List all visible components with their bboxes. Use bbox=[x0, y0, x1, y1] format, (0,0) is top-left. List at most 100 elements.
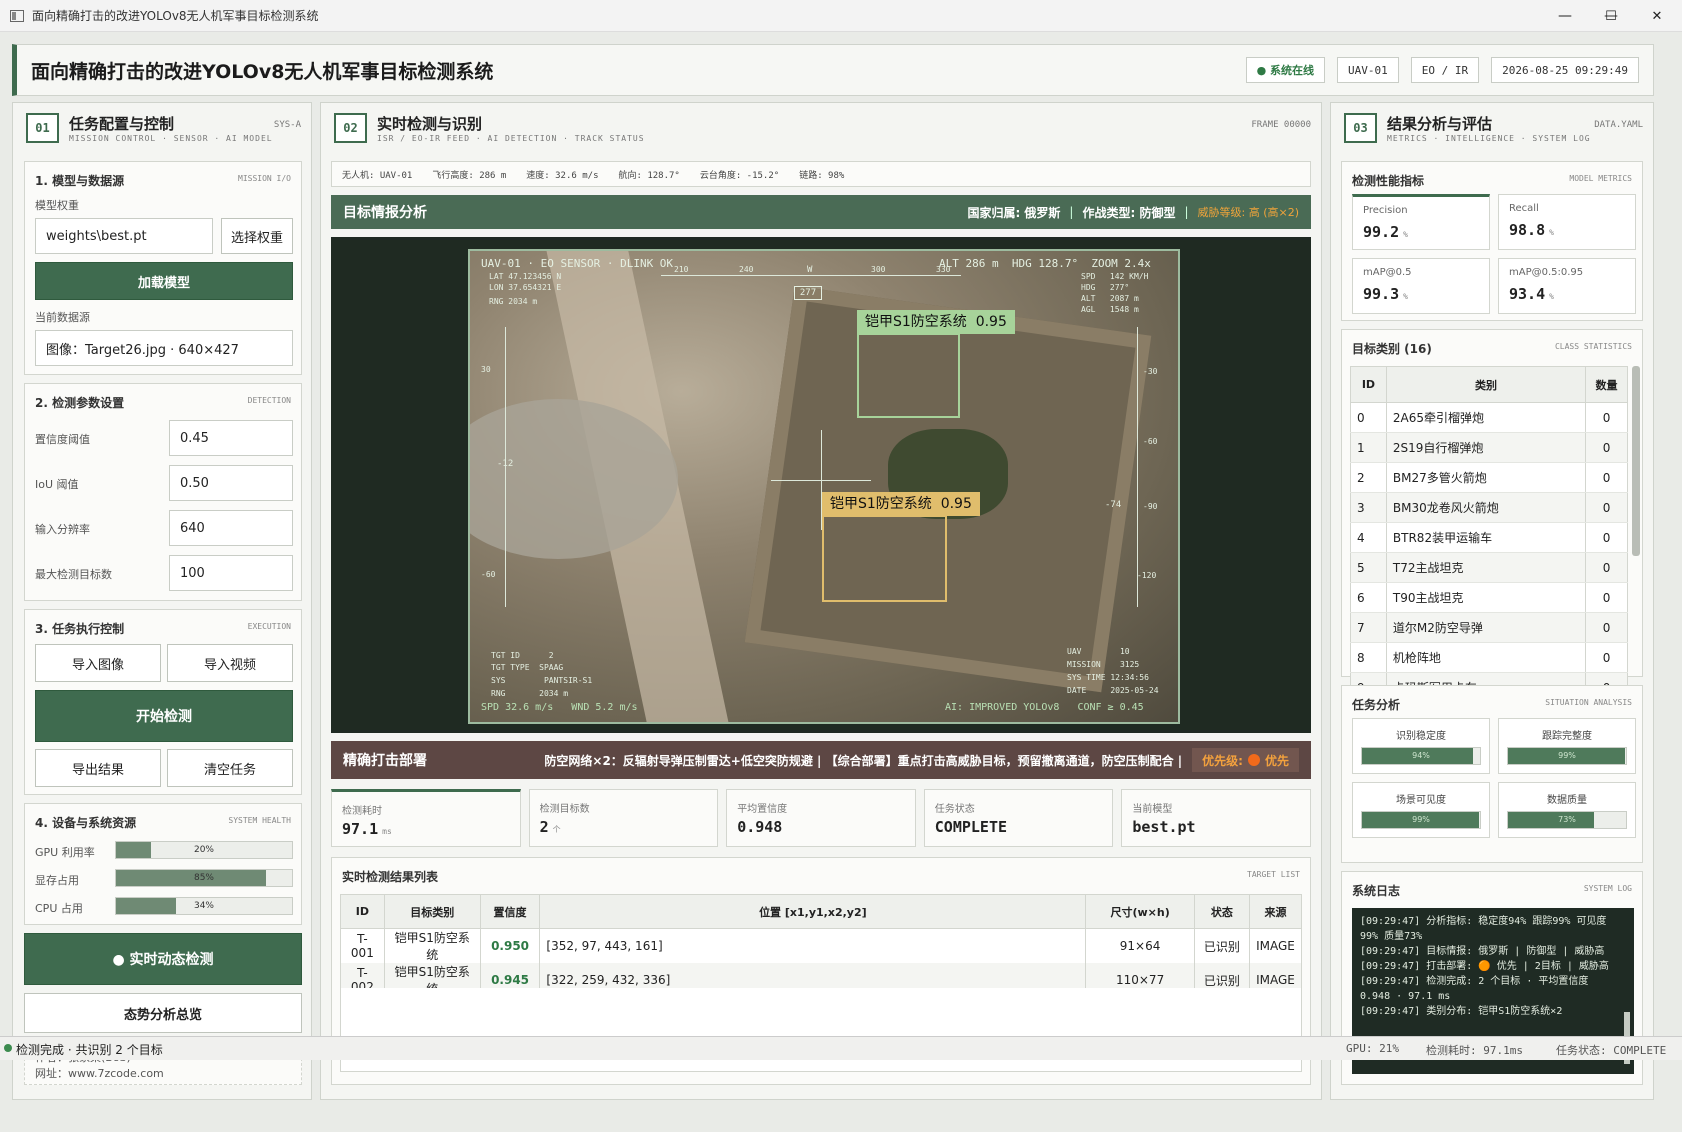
table-cell: 0 bbox=[1585, 642, 1628, 673]
import-image-button[interactable]: 导入图像 bbox=[35, 644, 161, 682]
metric-value: 99.3% bbox=[1363, 285, 1408, 303]
table-row[interactable]: 1 2S19自行榴弹炮 0 bbox=[1350, 432, 1628, 463]
system-health-section: 4. 设备与系统资源 SYSTEM HEALTH GPU 利用率 20% 显存占… bbox=[24, 803, 302, 925]
weights-input[interactable]: weights\best.pt bbox=[35, 218, 213, 254]
column-header[interactable]: 目标类别 bbox=[383, 894, 481, 929]
hud-range: RNG 2034 m bbox=[489, 297, 538, 306]
choose-weights-button[interactable]: 选择权重 bbox=[221, 218, 293, 254]
stat-card: 检测耗时 97.1 ms bbox=[331, 789, 521, 847]
column-header[interactable]: ID bbox=[1350, 366, 1387, 403]
divider: | bbox=[1069, 205, 1074, 219]
compass-210: 210 bbox=[674, 265, 689, 274]
table-cell: [352, 97, 443, 161] bbox=[539, 928, 1087, 963]
table-cell: 0 bbox=[1585, 462, 1628, 493]
class-stats-section: 目标类别 (16) CLASS STATISTICS ID 类别 数量 0 2A65牵… bbox=[1341, 329, 1643, 703]
column-header[interactable]: 尺寸(w×h) bbox=[1085, 894, 1195, 929]
telemetry-bar: 无人机: UAV-01 飞行高度: 286 m 速度: 32.6 m/s 航向:… bbox=[331, 161, 1311, 187]
iou-threshold-input[interactable]: 0.50 bbox=[169, 465, 293, 501]
table-row[interactable]: 5 T72主战坦克 0 bbox=[1350, 552, 1628, 583]
column-header[interactable]: 来源 bbox=[1248, 894, 1303, 929]
status-bar: 检测完成 · 共识别 2 个目标 GPU: 21% 检测耗时: 97.1ms 任… bbox=[0, 1036, 1682, 1060]
telemetry-link: 链路: 98% bbox=[799, 170, 845, 181]
stats-row: 检测耗时 97.1 ms 检测目标数 2 个 平均置信度 0.948 任务状态 COMPLETE 当… bbox=[331, 789, 1311, 847]
source-input[interactable]: 图像：Target26.jpg · 640×427 bbox=[35, 330, 293, 366]
resolution-input[interactable]: 640 bbox=[169, 510, 293, 546]
export-results-button[interactable]: 导出结果 bbox=[35, 749, 161, 787]
table-row[interactable]: 7 道尔M2防空导弹 0 bbox=[1350, 612, 1628, 643]
class-table-scrollbar[interactable] bbox=[1632, 366, 1640, 556]
hud-sys-time: SYS TIME 12:34:56 bbox=[1067, 673, 1149, 682]
system-online-badge: ● 系统在线 bbox=[1245, 57, 1326, 83]
stat-label: 任务状态 bbox=[934, 804, 975, 815]
column-header[interactable]: 数量 bbox=[1585, 366, 1628, 403]
minimize-button[interactable]: — bbox=[1542, 0, 1588, 32]
telemetry-speed: 速度: 32.6 m/s bbox=[526, 170, 599, 181]
realtime-detection-button[interactable]: ● 实时动态检测 bbox=[24, 933, 302, 985]
detection-table: ID 目标类别 置信度 位置 [x1,y1,x2,y2] 尺寸(w×h) 状态 来源 T-0… bbox=[340, 894, 1303, 997]
analysis-label: 场景可见度 bbox=[1396, 795, 1446, 806]
analysis-percent: 99% bbox=[1412, 815, 1430, 824]
log-line: [09:29:47] 检测完成: 2 个目标 · 平均置信度 bbox=[1360, 976, 1589, 987]
conf-threshold-input[interactable]: 0.45 bbox=[169, 420, 293, 456]
maximize-button[interactable]: ☐ bbox=[1588, 0, 1634, 32]
situation-overview-button[interactable]: 态势分析总览 bbox=[24, 993, 302, 1033]
table-cell: 0 bbox=[1585, 432, 1628, 463]
section-title: 系统日志 bbox=[1352, 884, 1401, 898]
section-title: 4. 设备与系统资源 bbox=[35, 816, 137, 830]
log-line: 0.948 · 97.1 ms bbox=[1360, 991, 1451, 1002]
section-tag: SYSTEM LOG bbox=[1583, 884, 1632, 893]
table-cell: T90主战坦克 bbox=[1385, 582, 1587, 613]
column-header[interactable]: ID bbox=[340, 894, 385, 929]
detection-box-2[interactable] bbox=[822, 515, 947, 602]
hud-hdg: HDG 277° bbox=[1081, 283, 1130, 292]
table-row[interactable]: 3 BM30龙卷风火箭炮 0 bbox=[1350, 492, 1628, 523]
table-row[interactable]: 2 BM27多管火箭炮 0 bbox=[1350, 462, 1628, 493]
video-viewport[interactable]: UAV-01 · EO SENSOR · DLINK OK LAT 47.123… bbox=[331, 237, 1311, 733]
detection-box-1[interactable] bbox=[857, 333, 960, 418]
max-targets-input[interactable]: 100 bbox=[169, 555, 293, 591]
compass-330: 330 bbox=[936, 265, 951, 274]
analysis-label: 跟踪完整度 bbox=[1542, 731, 1592, 742]
status-detect-time: 检测耗时: 97.1ms bbox=[1426, 1044, 1523, 1057]
priority-badge: 优先级: 优先 bbox=[1192, 748, 1299, 772]
hud-spd: SPD 142 KM/H bbox=[1081, 272, 1149, 281]
weights-label: 模型权重 bbox=[35, 199, 79, 212]
metric-unit: % bbox=[1549, 228, 1554, 237]
clear-task-button[interactable]: 清空任务 bbox=[167, 749, 293, 787]
table-cell: T-001 bbox=[340, 928, 385, 963]
table-cell: 0.950 bbox=[479, 928, 541, 963]
sensor-mode-badge: EO / IR bbox=[1410, 57, 1480, 83]
import-video-button[interactable]: 导入视频 bbox=[167, 644, 293, 682]
section-title: 实时检测结果列表 bbox=[342, 870, 439, 884]
panel-tag: DATA.YAML bbox=[1594, 120, 1643, 130]
pitch-neg60: -60 bbox=[481, 570, 496, 579]
detection-params-section: 2. 检测参数设置 DETECTION 置信度阈值 0.45 IoU 阈值 0.… bbox=[24, 383, 302, 601]
stat-unit: 个 bbox=[552, 825, 561, 834]
stat-value: COMPLETE bbox=[935, 818, 1011, 836]
column-header[interactable]: 置信度 bbox=[479, 894, 541, 929]
strike-deployment-bar: 精确打击部署 防空网络×2：反辐射导弹压制雷达+低空突防规避 | 【综合部署】重… bbox=[331, 741, 1311, 779]
priority-value: 优先 bbox=[1264, 753, 1289, 768]
close-button[interactable]: ✕ bbox=[1634, 0, 1680, 32]
table-cell: 0 bbox=[1585, 492, 1628, 523]
analysis-card: 场景可见度 99% bbox=[1352, 782, 1490, 838]
gpu-usage-bar: 20% bbox=[115, 841, 293, 859]
stat-number: best.pt bbox=[1132, 818, 1196, 836]
table-row[interactable]: 6 T90主战坦克 0 bbox=[1350, 582, 1628, 613]
column-header[interactable]: 位置 [x1,y1,x2,y2] bbox=[539, 894, 1087, 929]
hud-speed-wind: SPD 32.6 m/s WND 5.2 m/s bbox=[481, 702, 638, 713]
table-cell: BTR82装甲运输车 bbox=[1385, 522, 1587, 553]
panel-number: 01 bbox=[26, 113, 59, 143]
table-row[interactable]: 4 BTR82装甲运输车 0 bbox=[1350, 522, 1628, 553]
analysis-label: 识别稳定度 bbox=[1396, 731, 1446, 742]
column-header[interactable]: 类别 bbox=[1385, 366, 1587, 403]
hud-date: DATE 2025-05-24 bbox=[1067, 686, 1159, 695]
table-row[interactable]: 0 2A65牵引榴弹炮 0 bbox=[1350, 402, 1628, 433]
table-row[interactable]: T-001 铠甲S1防空系统 0.950 [352, 97, 443, 161] 91×… bbox=[340, 928, 1303, 963]
column-header[interactable]: 状态 bbox=[1193, 894, 1250, 929]
intel-bar: 目标情报分析 国家归属: 俄罗斯 | 作战类型: 防御型 | 威胁等级: 高 (… bbox=[331, 195, 1311, 229]
section-tag: MODEL METRICS bbox=[1569, 174, 1632, 183]
start-detection-button[interactable]: 开始检测 bbox=[35, 690, 293, 742]
table-row[interactable]: 8 机枪阵地 0 bbox=[1350, 642, 1628, 673]
load-model-button[interactable]: 加载模型 bbox=[35, 262, 293, 300]
